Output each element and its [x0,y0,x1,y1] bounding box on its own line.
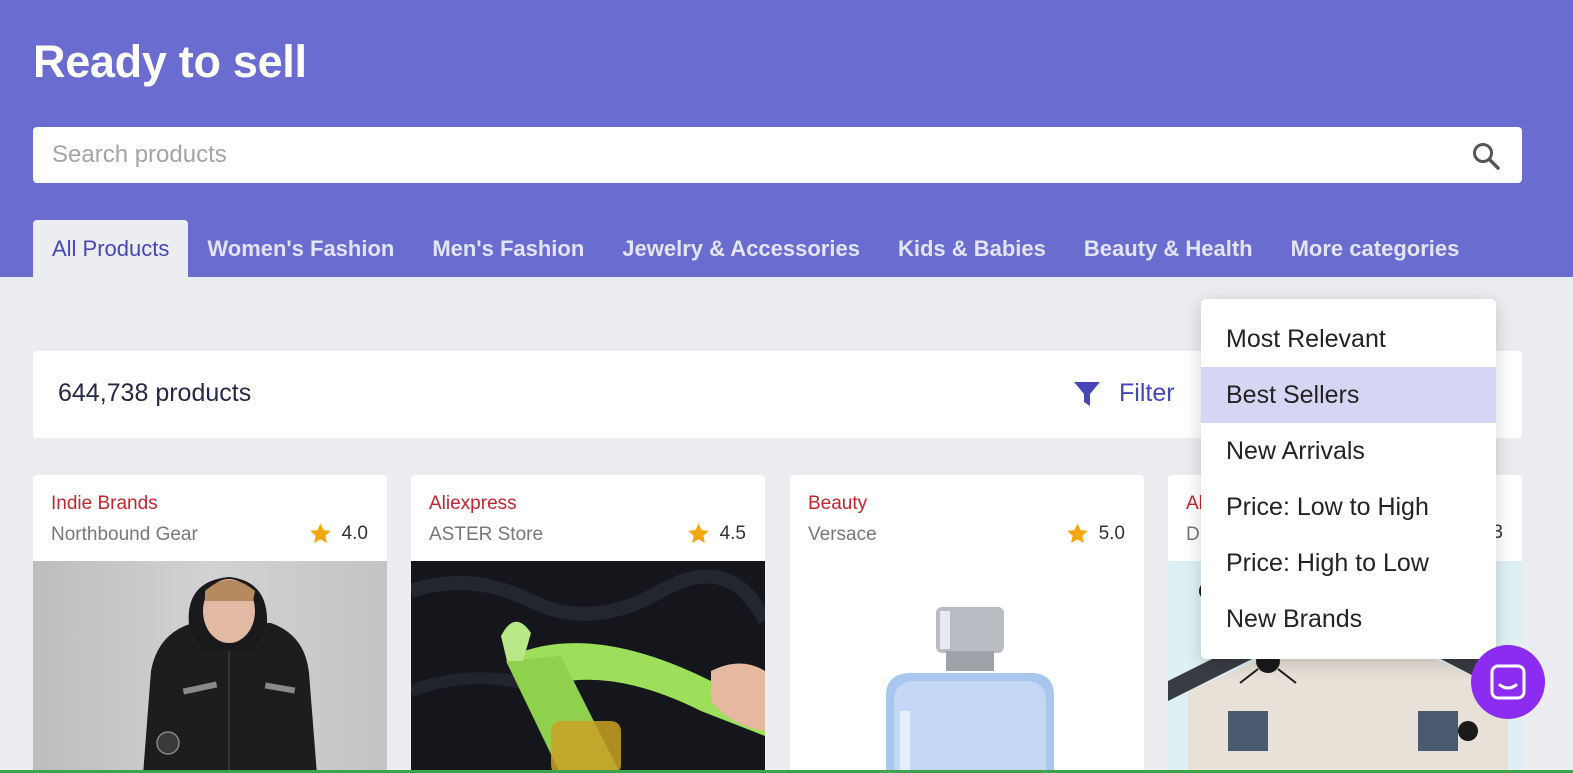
filter-label: Filter [1119,379,1175,407]
product-card[interactable]: Aliexpress ASTER Store 4.5 [411,475,765,773]
tab-womens-fashion[interactable]: Women's Fashion [188,220,413,277]
sort-option-new-brands[interactable]: New Brands [1201,591,1496,647]
category-tabs: All Products Women's Fashion Men's Fashi… [33,220,1478,277]
sort-option-price-high-low[interactable]: Price: High to Low [1201,535,1496,591]
product-store: Versace [808,524,877,545]
product-image[interactable] [411,561,765,773]
sort-dropdown-menu: Most Relevant Best Sellers New Arrivals … [1201,299,1496,659]
chat-icon [1490,664,1526,700]
product-image[interactable] [790,561,1144,773]
product-count: 644,738 products [58,379,252,407]
product-store: D [1186,524,1200,545]
sort-option-new-arrivals[interactable]: New Arrivals [1201,423,1496,479]
star-icon [309,523,331,543]
tab-beauty-health[interactable]: Beauty & Health [1065,220,1272,277]
rating-value: 4.5 [719,522,746,544]
rating-value: 5.0 [1098,522,1125,544]
product-image[interactable] [33,561,387,773]
sort-option-best-sellers[interactable]: Best Sellers [1201,367,1496,423]
funnel-icon [1074,381,1100,406]
star-icon [687,523,709,543]
sort-option-price-low-high[interactable]: Price: Low to High [1201,479,1496,535]
chat-launcher-button[interactable] [1471,645,1545,719]
product-rating: 4.5 [687,522,746,545]
product-category[interactable]: Indie Brands [51,493,158,515]
search-bar[interactable] [33,127,1522,183]
header: Ready to sell All Products Women's Fashi… [0,0,1573,277]
product-category[interactable]: Beauty [808,493,867,515]
page-title: Ready to sell [33,36,307,87]
tab-all-products[interactable]: All Products [33,220,189,277]
tab-kids-babies[interactable]: Kids & Babies [879,220,1065,277]
product-store: ASTER Store [429,524,544,545]
tab-more-categories[interactable]: More categories [1272,220,1479,277]
search-icon[interactable] [1470,140,1502,172]
tab-jewelry-accessories[interactable]: Jewelry & Accessories [603,220,879,277]
product-rating: 5.0 [1066,522,1125,545]
product-store: Northbound Gear [51,524,198,545]
filter-button[interactable]: Filter [1073,379,1175,408]
product-card[interactable]: Beauty Versace 5.0 [790,475,1144,773]
product-rating: 4.0 [309,522,368,545]
sort-option-most-relevant[interactable]: Most Relevant [1201,311,1496,367]
tab-mens-fashion[interactable]: Men's Fashion [413,220,603,277]
search-input[interactable] [33,127,1413,183]
product-card[interactable]: Indie Brands Northbound Gear 4.0 [33,475,387,773]
star-icon [1066,523,1088,543]
product-category[interactable]: Aliexpress [429,493,517,515]
rating-value: 4.0 [341,522,368,544]
